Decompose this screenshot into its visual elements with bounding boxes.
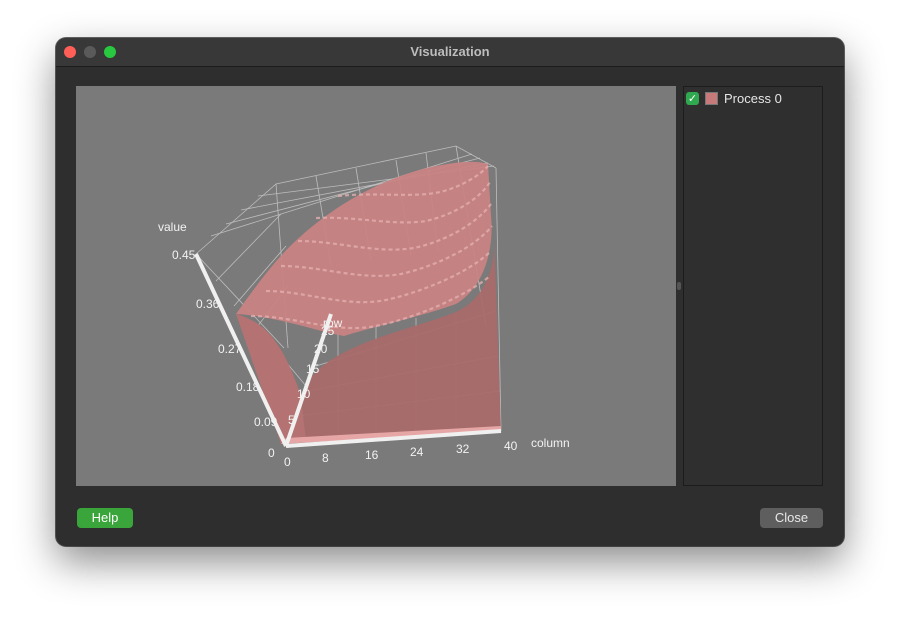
legend-item-process-0[interactable]: ✓ Process 0 (686, 90, 782, 106)
value-axis-title: value (158, 220, 187, 234)
row-tick: 15 (306, 362, 320, 376)
value-tick: 0.18 (236, 380, 260, 394)
row-tick: 5 (288, 413, 295, 427)
close-button[interactable]: Close (760, 508, 823, 528)
value-tick: 0.09 (254, 415, 278, 429)
visualization-window: Visualization value row column 0 0.09 0.… (56, 38, 844, 546)
surface-plot[interactable]: value row column 0 0.09 0.18 0.27 0.36 0… (76, 86, 676, 486)
legend-color-swatch (705, 91, 718, 105)
value-tick: 0.45 (172, 248, 196, 262)
column-tick: 32 (456, 442, 470, 456)
row-tick: 25 (321, 324, 335, 338)
value-tick: 0 (268, 446, 275, 460)
value-tick: 0.36 (196, 297, 220, 311)
surface-plot-svg[interactable]: value row column 0 0.09 0.18 0.27 0.36 0… (76, 86, 676, 486)
title-bar: Visualization (56, 38, 844, 67)
panel-splitter-handle[interactable] (677, 282, 681, 290)
window-title: Visualization (410, 44, 490, 59)
legend-checkbox[interactable]: ✓ (686, 91, 699, 105)
help-button[interactable]: Help (77, 508, 133, 528)
row-tick: 0 (284, 455, 291, 469)
row-tick: 20 (314, 342, 328, 356)
value-tick: 0.27 (218, 342, 242, 356)
column-tick: 40 (504, 439, 518, 453)
column-tick: 8 (322, 451, 329, 465)
legend-label: Process 0 (724, 90, 782, 106)
legend-panel: ✓ Process 0 (683, 86, 823, 486)
column-tick: 16 (365, 448, 379, 462)
row-tick: 10 (297, 387, 311, 401)
surface (236, 161, 501, 445)
column-tick: 24 (410, 445, 424, 459)
column-axis-title: column (531, 436, 570, 450)
